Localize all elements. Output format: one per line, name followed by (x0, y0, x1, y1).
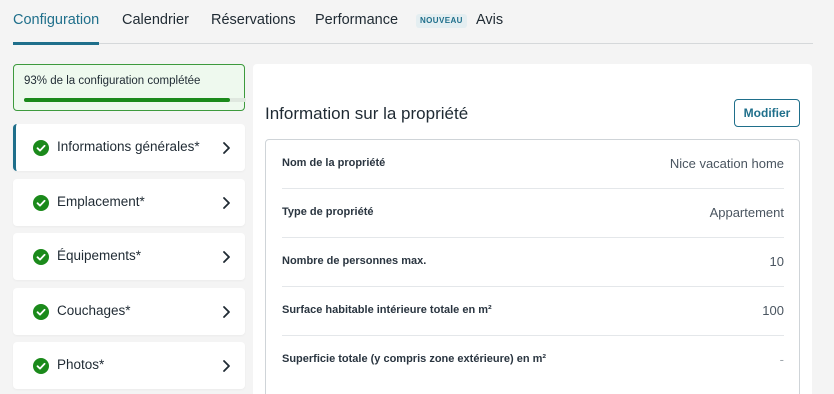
progress-text: 93% de la configuration complétée (24, 75, 201, 87)
property-info-panel: Information sur la propriété Modifier No… (253, 64, 812, 394)
row-value: - (779, 352, 784, 367)
row-label: Type de propriété (282, 206, 374, 218)
step-label: Photos* (57, 357, 105, 372)
check-circle-icon (33, 140, 49, 156)
row-value: 10 (769, 254, 784, 269)
step-label: Emplacement* (57, 194, 145, 209)
tab-performance[interactable]: Performance (315, 12, 398, 44)
step-label: Informations générales* (57, 139, 200, 154)
row-value: 100 (762, 303, 784, 318)
tab-bar: Configuration Calendrier Réservations Pe… (13, 0, 813, 45)
info-row-total-area: Superficie totale (y compris zone extéri… (282, 336, 784, 385)
row-value: Nice vacation home (669, 156, 784, 171)
top-navigation: Configuration Calendrier Réservations Pe… (0, 0, 834, 45)
row-label: Nom de la propriété (282, 157, 386, 169)
info-row-indoor-area: Surface habitable intérieure totale en m… (282, 287, 784, 336)
check-circle-icon (33, 195, 49, 211)
info-row-property-name: Nom de la propriété Nice vacation home (282, 140, 784, 189)
row-label: Superficie totale (y compris zone extéri… (282, 353, 547, 365)
step-informations-generales[interactable]: Informations générales* (13, 124, 245, 171)
new-badge: NOUVEAU (416, 14, 467, 28)
chevron-right-icon (223, 251, 230, 263)
chevron-right-icon (223, 306, 230, 318)
row-label: Surface habitable intérieure totale en m… (282, 304, 492, 316)
tab-configuration[interactable]: Configuration (13, 12, 100, 45)
tab-avis[interactable]: Avis (476, 12, 503, 44)
setup-progress-card: 93% de la configuration complétée (13, 64, 246, 111)
step-label: Couchages* (57, 303, 131, 318)
property-info-list: Nom de la propriété Nice vacation home T… (265, 139, 800, 394)
progress-bar-fill (24, 98, 231, 102)
info-row-max-guests: Nombre de personnes max. 10 (282, 238, 784, 287)
row-label: Nombre de personnes max. (282, 255, 427, 267)
check-circle-icon (33, 304, 49, 320)
panel-title: Information sur la propriété (265, 104, 469, 123)
check-circle-icon (33, 358, 49, 374)
progress-bar (24, 98, 246, 102)
edit-button[interactable]: Modifier (734, 99, 800, 127)
info-row-property-type: Type de propriété Appartement (282, 189, 784, 238)
tab-reservations[interactable]: Réservations (211, 12, 296, 44)
chevron-right-icon (223, 197, 230, 209)
step-emplacement[interactable]: Emplacement* (13, 179, 245, 226)
row-value: Appartement (709, 205, 784, 220)
step-equipements[interactable]: Équipements* (13, 233, 245, 280)
check-circle-icon (33, 249, 49, 265)
chevron-right-icon (223, 142, 230, 154)
step-couchages[interactable]: Couchages* (13, 288, 245, 335)
tab-calendrier[interactable]: Calendrier (122, 12, 189, 44)
step-photos[interactable]: Photos* (13, 342, 245, 389)
chevron-right-icon (223, 360, 230, 372)
step-label: Équipements* (57, 248, 142, 263)
